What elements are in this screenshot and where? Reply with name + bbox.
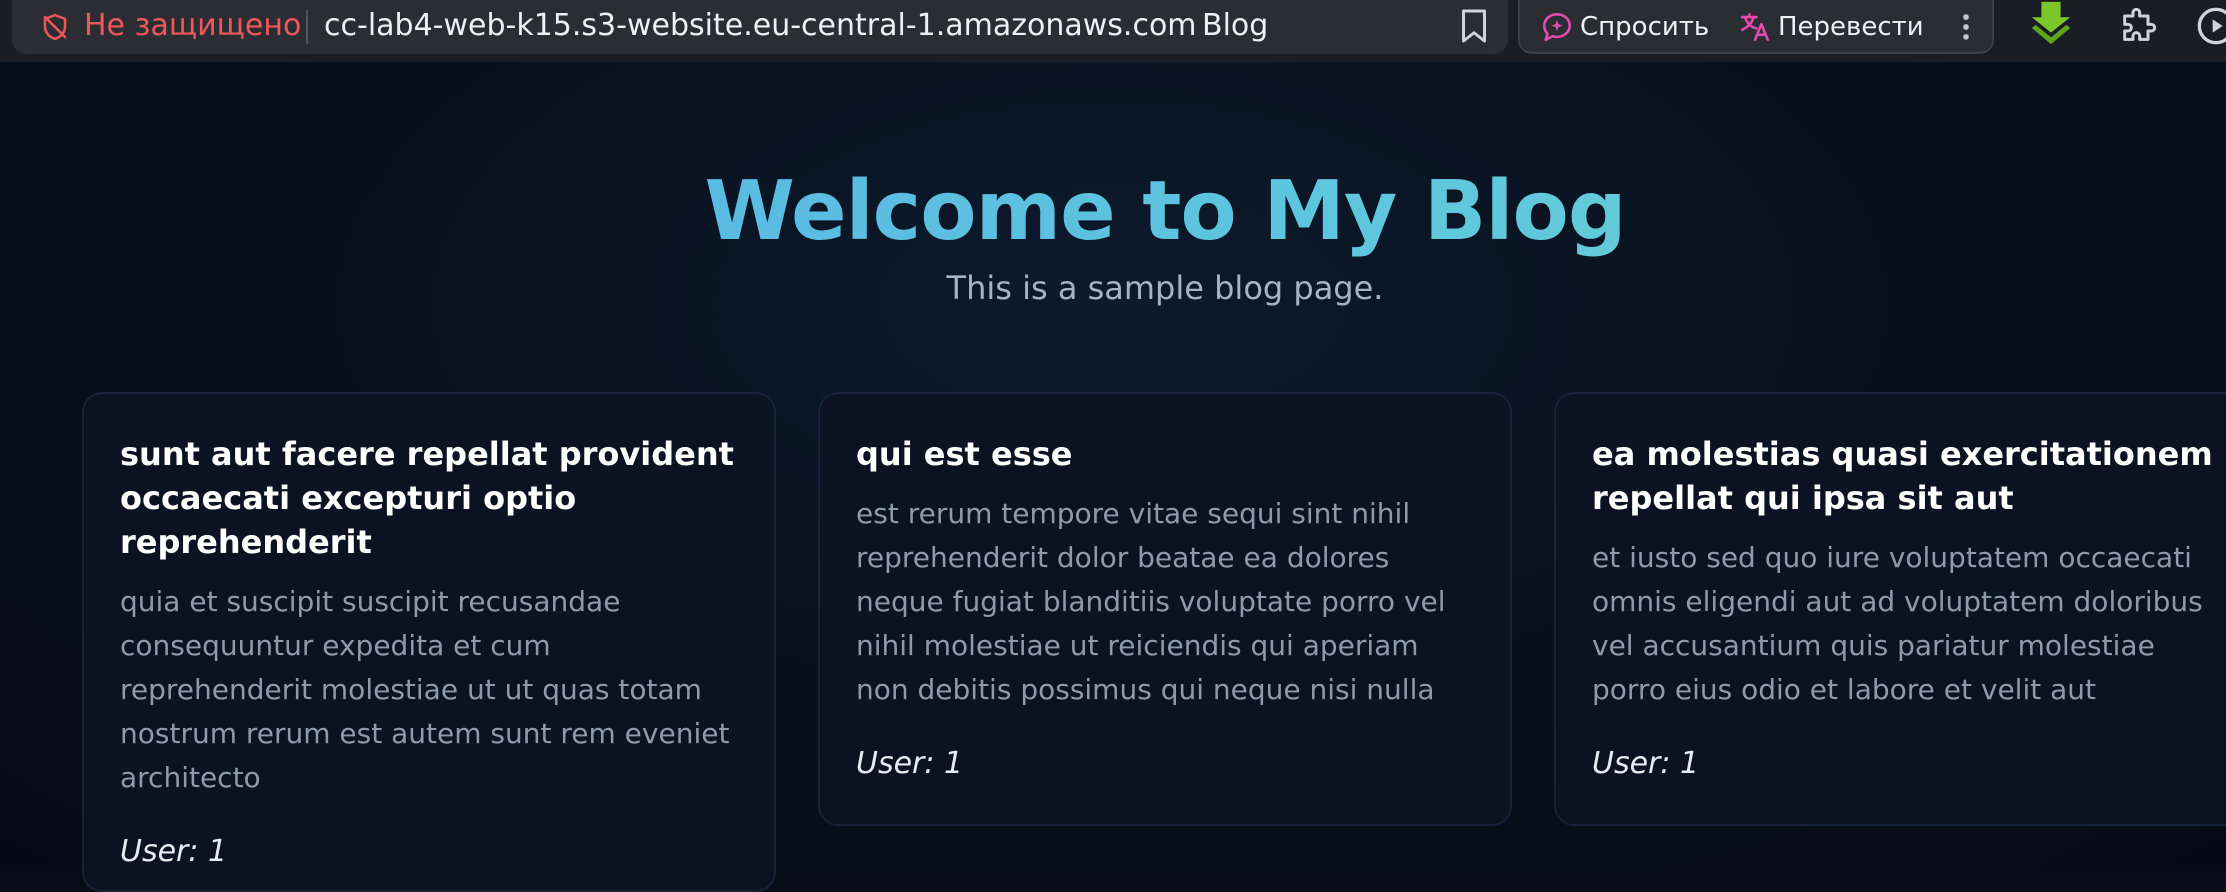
post-title: ea molestias quasi exercitationem repell… xyxy=(1592,435,2213,517)
assistant-toolbar-group: Спросить Перевести xyxy=(1518,0,1994,54)
post-author: User: 1 xyxy=(1592,746,1700,781)
post-card: sunt aut facere repellat provident occae… xyxy=(82,392,776,892)
page-title-text: Blog xyxy=(1202,8,1269,43)
post-title: qui est esse xyxy=(856,435,1073,473)
ask-button[interactable]: Спросить xyxy=(1540,6,1709,48)
translate-icon xyxy=(1740,12,1770,42)
ai-chat-icon xyxy=(1542,12,1572,42)
shield-off-icon[interactable] xyxy=(40,12,70,42)
post-body: est rerum tempore vitae sequi sint nihil… xyxy=(856,497,1446,706)
bookmark-icon[interactable] xyxy=(1459,8,1489,44)
page-viewport: Welcome to My Blog This is a sample blog… xyxy=(0,62,2226,892)
post-author: User: 1 xyxy=(856,746,964,781)
post-card: qui est esse est rerum tempore vitae seq… xyxy=(818,392,1512,826)
translate-button-label: Перевести xyxy=(1778,12,1924,42)
address-divider xyxy=(306,10,308,44)
post-body: quia et suscipit suscipit recusandae con… xyxy=(120,585,730,794)
post-card: ea molestias quasi exercitationem repell… xyxy=(1554,392,2226,826)
url-text[interactable]: cc-lab4-web-k15.s3-website.eu-central-1.… xyxy=(324,6,1197,46)
download-arrow-icon[interactable] xyxy=(2028,0,2074,46)
browser-toolbar: Не защищено cc-lab4-web-k15.s3-website.e… xyxy=(0,0,2226,62)
puzzle-icon[interactable] xyxy=(2118,6,2158,46)
media-play-icon[interactable] xyxy=(2196,6,2226,46)
translate-button[interactable]: Перевести xyxy=(1738,6,1924,48)
post-author: User: 1 xyxy=(120,834,228,869)
page-heading: Welcome to My Blog xyxy=(0,162,2226,262)
address-bar[interactable]: Не защищено cc-lab4-web-k15.s3-website.e… xyxy=(12,0,1508,54)
page-subtitle: This is a sample blog page. xyxy=(946,269,1384,307)
post-body: et iusto sed quo iure voluptatem occaeca… xyxy=(1592,541,2203,706)
kebab-menu-icon[interactable] xyxy=(1956,10,1976,44)
security-status-label[interactable]: Не защищено xyxy=(84,6,301,46)
ask-button-label: Спросить xyxy=(1580,12,1710,42)
post-title: sunt aut facere repellat provident occae… xyxy=(120,435,734,561)
